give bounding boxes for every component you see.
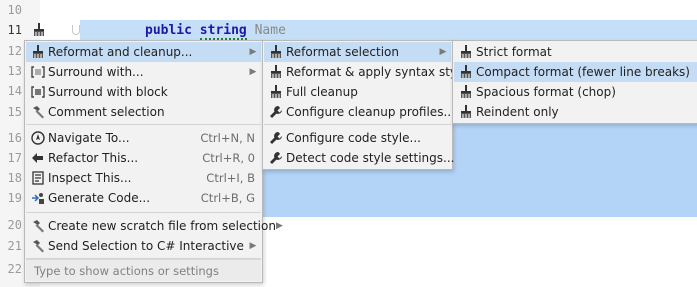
wrench-icon (268, 104, 284, 120)
keyword-public: public (145, 23, 192, 38)
line-number: 11 (7, 23, 22, 37)
menu-item-refactor-this[interactable]: Refactor This... Ctrl+R, 0 (26, 148, 261, 168)
line-number: 22 (7, 262, 22, 276)
menu-item-detect-code-style-settings[interactable]: Detect code style settings... (264, 148, 455, 168)
line-number: 15 (7, 105, 22, 119)
inspect-icon (30, 170, 46, 186)
menu-item-configure-cleanup-profiles[interactable]: Configure cleanup profiles... (264, 102, 455, 122)
menu-item-label: Refactor This... (48, 151, 139, 165)
menu-separator (26, 212, 261, 213)
menu-item-label: Strict format (476, 45, 552, 59)
menu-item-label: Generate Code... (48, 191, 151, 205)
menu-item-reformat-and-cleanup[interactable]: Reformat and cleanup... ▶ (26, 42, 261, 62)
line-number: 16 (7, 131, 22, 145)
broom-icon (458, 104, 474, 120)
broom-action-icon[interactable] (30, 20, 48, 40)
menu-item-label: Reindent only (476, 105, 559, 119)
broom-icon (458, 84, 474, 100)
identifier-name: Name (254, 23, 286, 38)
menu-item-label: Compact format (fewer line breaks) (476, 65, 690, 79)
menu-search-hint[interactable]: Type to show actions or settings (26, 259, 261, 281)
submenu-arrow-icon: ▶ (439, 47, 447, 57)
menu-item-shortcut: Ctrl+R, 0 (202, 151, 255, 165)
fold-marker-icon[interactable] (72, 25, 80, 35)
menu-item-label: Detect code style settings... (286, 151, 455, 165)
menu-item-label: Surround with block (48, 85, 168, 99)
wrench-icon (268, 150, 284, 166)
surround-block-icon (30, 84, 46, 100)
menu-item-label: Reformat & apply syntax style (286, 65, 468, 79)
menu-item-label: Navigate To... (48, 131, 130, 145)
wrench-icon (268, 130, 284, 146)
menu-item-send-selection-to-c-interactive[interactable]: Send Selection to C# Interactive ▶ (26, 236, 261, 256)
menu-item-compact-format-fewer-line-breaks[interactable]: Compact format (fewer line breaks) (454, 62, 697, 82)
menu-item-label: Full cleanup (286, 85, 358, 99)
line-number: 12 (7, 44, 22, 58)
line-number: 21 (7, 239, 22, 253)
context-menu: Reformat and cleanup... ▶ Surround with...… (24, 40, 283, 283)
line-number: 10 (7, 3, 22, 17)
reformat-selection-submenu: Strict format Compact format (fewer line … (452, 40, 697, 124)
menu-item-label: Inspect This... (48, 171, 132, 185)
line-number: 13 (7, 64, 22, 78)
submenu-arrow-icon: ▶ (249, 47, 257, 57)
code-line[interactable]: public string Name (145, 21, 286, 41)
menu-item-surround-with[interactable]: Surround with... ▶ (26, 62, 261, 82)
hammer-icon (30, 104, 46, 120)
line-number: 14 (7, 84, 22, 98)
menu-item-label: Configure code style... (286, 131, 421, 145)
menu-item-shortcut: Ctrl+I, B (206, 171, 255, 185)
surround-icon (30, 64, 46, 80)
navigate-icon (30, 130, 46, 146)
menu-item-label: Send Selection to C# Interactive (48, 239, 244, 253)
menu-item-reformat-selection[interactable]: Reformat selection ▶ (264, 42, 451, 62)
menu-item-full-cleanup[interactable]: Full cleanup (264, 82, 451, 102)
menu-item-strict-format[interactable]: Strict format (454, 42, 697, 62)
menu-item-label: Comment selection (48, 105, 165, 119)
menu-item-label: Configure cleanup profiles... (286, 105, 455, 119)
line-number: 17 (7, 151, 22, 165)
menu-item-spacious-format-chop[interactable]: Spacious format (chop) (454, 82, 697, 102)
menu-item-inspect-this[interactable]: Inspect This... Ctrl+I, B (26, 168, 261, 188)
line-number: 18 (7, 171, 22, 185)
menu-item-surround-with-block[interactable]: Surround with block (26, 82, 261, 102)
line-number: 20 (7, 218, 22, 232)
submenu-arrow-icon: ▶ (249, 241, 257, 251)
menu-item-create-new-scratch-file-from-selection[interactable]: Create new scratch file from selection ▶ (26, 216, 283, 236)
broom-icon (458, 44, 474, 60)
generate-icon (30, 190, 46, 206)
broom-icon (30, 44, 46, 60)
menu-separator (264, 124, 451, 125)
submenu-arrow-icon: ▶ (275, 221, 283, 231)
hammer-icon (30, 238, 46, 254)
menu-item-shortcut: Ctrl+N, N (200, 131, 255, 145)
broom-icon (268, 64, 284, 80)
reformat-submenu: Reformat selection ▶ Reformat & apply synt… (262, 40, 468, 170)
menu-item-shortcut: Ctrl+B, G (200, 191, 255, 205)
line-number: 19 (7, 191, 22, 205)
keyword-string: string (199, 23, 247, 40)
menu-item-label: Spacious format (chop) (476, 85, 616, 99)
menu-item-label: Reformat and cleanup... (48, 45, 193, 59)
menu-item-label: Reformat selection (286, 45, 399, 59)
menu-item-generate-code[interactable]: Generate Code... Ctrl+B, G (26, 188, 261, 208)
menu-separator (26, 124, 261, 125)
refactor-icon (30, 150, 46, 166)
broom-icon (458, 64, 474, 80)
menu-item-label: Create new scratch file from selection (48, 219, 276, 233)
menu-item-comment-selection[interactable]: Comment selection (26, 102, 261, 122)
menu-item-configure-code-style[interactable]: Configure code style... (264, 128, 451, 148)
menu-item-label: Surround with... (48, 65, 144, 79)
broom-icon (268, 84, 284, 100)
broom-icon (268, 44, 284, 60)
menu-item-reindent-only[interactable]: Reindent only (454, 102, 697, 122)
menu-item-reformat-apply-syntax-style[interactable]: Reformat & apply syntax style (264, 62, 468, 82)
submenu-arrow-icon: ▶ (249, 67, 257, 77)
menu-item-navigate-to[interactable]: Navigate To... Ctrl+N, N (26, 128, 261, 148)
hammer-icon (30, 218, 46, 234)
